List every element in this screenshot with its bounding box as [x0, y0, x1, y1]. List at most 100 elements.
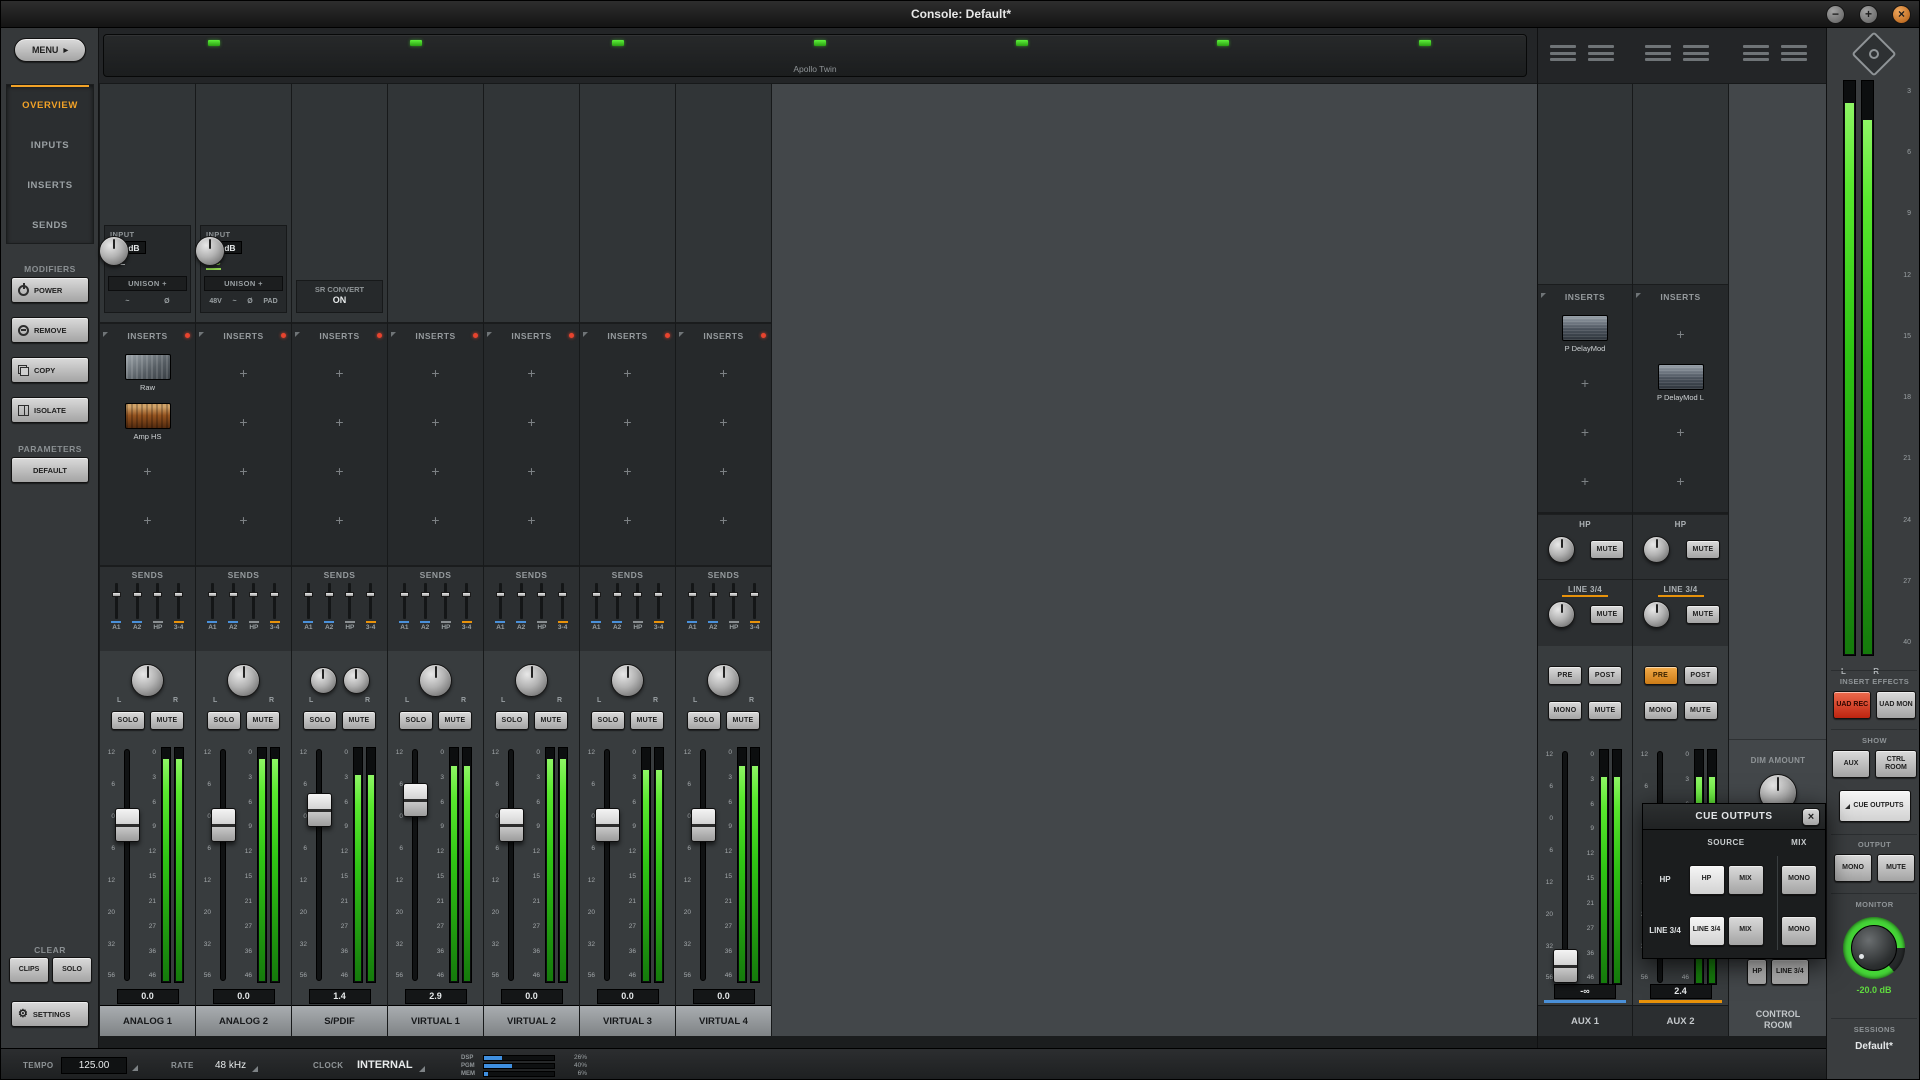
send-mini-fader[interactable]	[712, 583, 715, 619]
send-fader-cap[interactable]	[441, 592, 450, 597]
input-option[interactable]: Ø	[247, 298, 252, 305]
send-fader-cap[interactable]	[613, 592, 622, 597]
mono-button[interactable]: MONO	[1548, 701, 1582, 720]
window-shade-icon[interactable]	[1550, 45, 1576, 61]
send-mini-fader[interactable]	[211, 583, 214, 619]
input-option[interactable]: PAD	[263, 298, 277, 305]
send-mini-fader[interactable]	[252, 583, 255, 619]
line34-send-mute-button[interactable]: MUTE	[1686, 605, 1720, 624]
fader-cap[interactable]	[1553, 949, 1578, 983]
solo-button[interactable]: SOLO	[111, 711, 145, 730]
send-fader-cap[interactable]	[304, 592, 313, 597]
mute-button[interactable]: MUTE	[438, 711, 472, 730]
mute-button[interactable]: MUTE	[1588, 701, 1622, 720]
close-button[interactable]: ×	[1892, 5, 1911, 24]
send-mini-fader[interactable]	[348, 583, 351, 619]
show-cue-outputs-button[interactable]: CUE OUTPUTS	[1839, 790, 1911, 822]
send-fader-cap[interactable]	[112, 592, 121, 597]
fader-track[interactable]	[124, 749, 130, 981]
tempo-value[interactable]: 125.00	[61, 1057, 127, 1074]
fader-cap[interactable]	[403, 783, 428, 817]
fader-cap[interactable]	[499, 808, 524, 842]
fader-track[interactable]	[220, 749, 226, 981]
send-fader-cap[interactable]	[174, 592, 183, 597]
send-mini-fader[interactable]	[691, 583, 694, 619]
titlebar[interactable]: Console: Default* − + ×	[1, 1, 1920, 28]
input-option[interactable]: 48V	[209, 298, 221, 305]
insert-slot[interactable]: +	[292, 348, 387, 397]
settings-button[interactable]: ⚙ SETTINGS	[11, 1001, 89, 1027]
line34-send-knob[interactable]	[1548, 601, 1575, 628]
uad-mon-button[interactable]: UAD MON	[1876, 691, 1915, 719]
pan-knob[interactable]	[419, 664, 452, 697]
session-name[interactable]: Default*	[1827, 1041, 1920, 1052]
window-shade-icon[interactable]	[1743, 45, 1769, 61]
fader-track[interactable]	[316, 749, 322, 981]
sr-convert-toggle[interactable]: SR CONVERTON	[296, 280, 383, 313]
nav-inputs[interactable]: INPUTS	[7, 125, 93, 165]
insert-slot[interactable]: +	[292, 495, 387, 544]
zoom-button[interactable]: +	[1859, 5, 1878, 24]
plugin-thumbnail[interactable]	[125, 354, 171, 380]
output-mono-button[interactable]: MONO	[1834, 854, 1872, 882]
insert-slot[interactable]: +	[388, 495, 483, 544]
pan-knob[interactable]	[131, 664, 164, 697]
fader-track[interactable]	[604, 749, 610, 981]
mute-button[interactable]: MUTE	[630, 711, 664, 730]
mute-button[interactable]: MUTE	[726, 711, 760, 730]
send-mini-fader[interactable]	[732, 583, 735, 619]
input-gain-knob[interactable]	[99, 236, 129, 266]
hp-send-mute-button[interactable]: MUTE	[1686, 540, 1720, 559]
send-mini-fader[interactable]	[328, 583, 331, 619]
send-mini-fader[interactable]	[156, 583, 159, 619]
cue-line34-mix-mono-button[interactable]: MONO	[1781, 916, 1817, 946]
solo-button[interactable]: SOLO	[591, 711, 625, 730]
device-bar[interactable]: Apollo Twin	[103, 34, 1527, 77]
mute-button[interactable]: MUTE	[246, 711, 280, 730]
insert-slot[interactable]: +	[484, 348, 579, 397]
insert-slot[interactable]: +	[1633, 407, 1728, 456]
solo-button[interactable]: SOLO	[495, 711, 529, 730]
insert-slot[interactable]: +	[676, 348, 771, 397]
send-fader-cap[interactable]	[558, 592, 567, 597]
plugin-thumbnail[interactable]	[1658, 364, 1704, 390]
output-mute-button[interactable]: MUTE	[1877, 854, 1915, 882]
nav-inserts[interactable]: INSERTS	[7, 165, 93, 205]
cue-popup-close-button[interactable]: ×	[1802, 808, 1820, 826]
send-fader-cap[interactable]	[366, 592, 375, 597]
send-fader-cap[interactable]	[496, 592, 505, 597]
insert-slot[interactable]: P DelayMod L	[1633, 358, 1728, 407]
insert-slot[interactable]: +	[1538, 407, 1632, 456]
expand-arrow-icon[interactable]	[1541, 293, 1546, 298]
insert-slot[interactable]: +	[196, 446, 291, 495]
send-fader-cap[interactable]	[517, 592, 526, 597]
input-option[interactable]: Ø	[164, 298, 169, 305]
fader-cap[interactable]	[307, 793, 332, 827]
send-fader-cap[interactable]	[750, 592, 759, 597]
send-mini-fader[interactable]	[369, 583, 372, 619]
remove-modifier-button[interactable]: REMOVE	[11, 317, 89, 343]
solo-button[interactable]: SOLO	[303, 711, 337, 730]
insert-slot[interactable]: +	[676, 446, 771, 495]
input-gain-knob[interactable]	[195, 236, 225, 266]
insert-slot[interactable]: +	[676, 397, 771, 446]
expand-arrow-icon[interactable]	[487, 332, 492, 337]
line34-send-mute-button[interactable]: MUTE	[1590, 605, 1624, 624]
expand-arrow-icon[interactable]	[583, 332, 588, 337]
ctrl-line34-button[interactable]: LINE 3/4	[1771, 959, 1809, 985]
default-button[interactable]: DEFAULT	[11, 457, 89, 483]
cue-hp-mix-mono-button[interactable]: MONO	[1781, 865, 1817, 895]
insert-slot[interactable]: +	[484, 446, 579, 495]
minimize-button[interactable]: −	[1826, 5, 1845, 24]
uad-rec-button[interactable]: UAD REC	[1833, 691, 1871, 719]
rate-value[interactable]: 48 kHz	[215, 1057, 246, 1074]
clock-value[interactable]: INTERNAL	[357, 1057, 413, 1074]
insert-slot[interactable]: +	[580, 446, 675, 495]
insert-slot[interactable]: +	[388, 397, 483, 446]
unison-insert-slot[interactable]: UNISON +	[204, 276, 283, 291]
pan-knob[interactable]	[227, 664, 260, 697]
pan-knob[interactable]	[515, 664, 548, 697]
send-mini-fader[interactable]	[520, 583, 523, 619]
send-mini-fader[interactable]	[444, 583, 447, 619]
cue-hp-source-mix-button[interactable]: MIX	[1728, 865, 1764, 895]
